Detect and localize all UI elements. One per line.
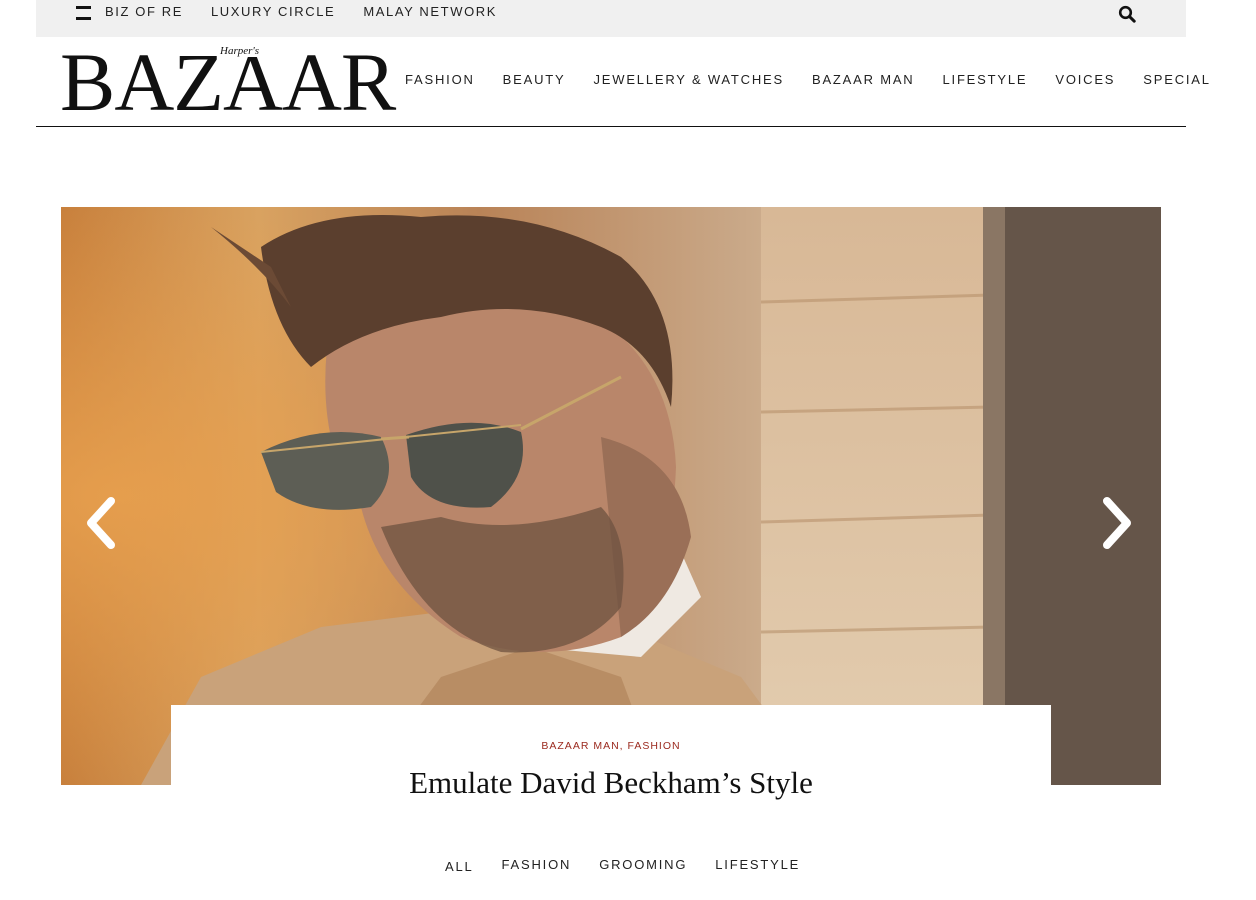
hero-caption-card: BAZAAR MAN, FASHION Emulate David Beckha… (171, 705, 1051, 820)
site-header: BAZAAR Harper's FASHION BEAUTY JEWELLERY… (36, 37, 1209, 127)
top-utility-bar: BIZ OF RE LUXURY CIRCLE MALAY NETWORK (36, 0, 1186, 37)
hero-image (61, 207, 1161, 785)
nav-item-bazaar-man[interactable]: BAZAAR MAN (812, 72, 915, 87)
menu-line (76, 17, 91, 20)
nav-item-fashion[interactable]: FASHION (405, 72, 475, 87)
category-link-fashion[interactable]: FASHION (628, 740, 681, 752)
menu-line (76, 6, 91, 9)
top-link-biz-of-re[interactable]: BIZ OF RE (105, 4, 183, 19)
chevron-left-icon[interactable] (81, 495, 117, 551)
filter-tabs: ALL FASHION GROOMING LIFESTYLE (445, 857, 800, 874)
nav-item-jewellery-watches[interactable]: JEWELLERY & WATCHES (594, 72, 784, 87)
article-title[interactable]: Emulate David Beckham’s Style (171, 765, 1051, 801)
nav-item-beauty[interactable]: BEAUTY (503, 72, 566, 87)
hero-slider[interactable] (61, 207, 1161, 785)
tab-grooming[interactable]: GROOMING (599, 857, 687, 874)
nav-item-voices[interactable]: VOICES (1055, 72, 1115, 87)
top-links: BIZ OF RE LUXURY CIRCLE MALAY NETWORK (105, 0, 497, 22)
hamburger-menu-icon[interactable] (76, 6, 92, 22)
nav-item-special[interactable]: SPECIAL (1143, 72, 1211, 87)
logo-harpers: Harper's (219, 45, 261, 57)
chevron-right-icon[interactable] (1101, 495, 1137, 551)
main-nav: FASHION BEAUTY JEWELLERY & WATCHES BAZAA… (405, 72, 1211, 87)
search-icon[interactable] (1118, 5, 1136, 23)
category-link-bazaar-man[interactable]: BAZAAR MAN (541, 740, 619, 752)
nav-item-lifestyle[interactable]: LIFESTYLE (943, 72, 1028, 87)
top-link-luxury-circle[interactable]: LUXURY CIRCLE (211, 4, 335, 19)
tab-all[interactable]: ALL (445, 857, 474, 874)
tab-fashion[interactable]: FASHION (502, 857, 572, 874)
tab-lifestyle[interactable]: LIFESTYLE (715, 857, 800, 874)
bazaar-logo[interactable]: BAZAAR Harper's (60, 41, 396, 124)
article-categories: BAZAAR MAN, FASHION (171, 740, 1051, 752)
category-separator: , (619, 740, 624, 752)
top-link-malay-network[interactable]: MALAY NETWORK (363, 4, 497, 19)
